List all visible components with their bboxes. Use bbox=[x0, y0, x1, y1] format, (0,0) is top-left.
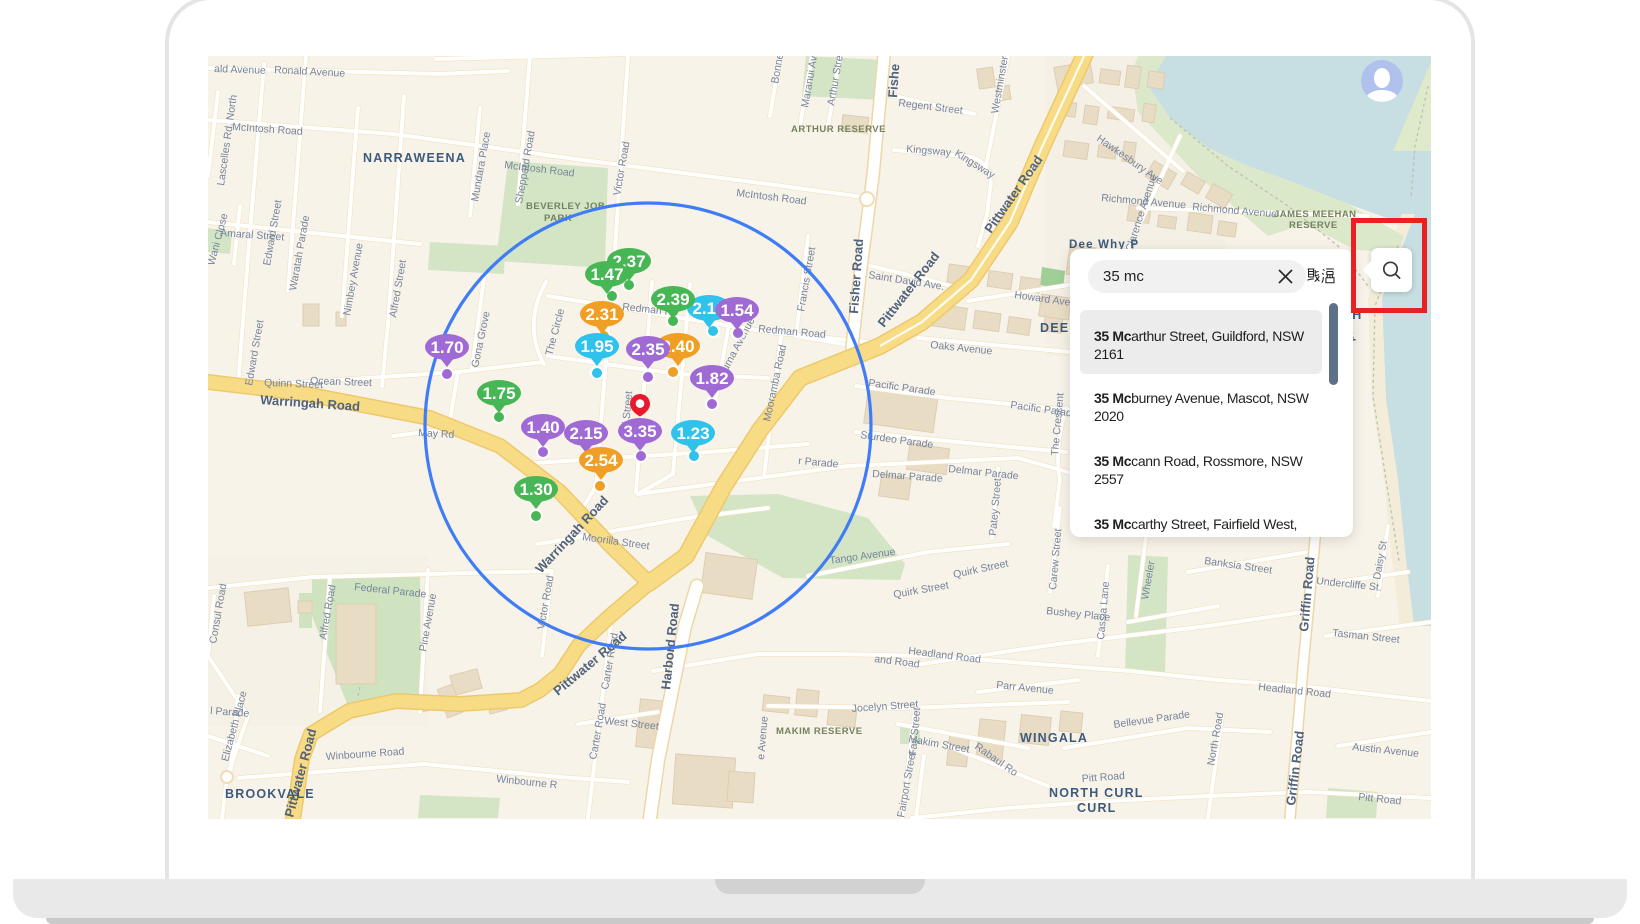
svg-text:WINGALA: WINGALA bbox=[1020, 731, 1088, 745]
svg-text:JAMES MEEHAN: JAMES MEEHAN bbox=[1274, 209, 1357, 220]
svg-text:ald Avenue: ald Avenue bbox=[214, 63, 266, 77]
svg-text:May Rd: May Rd bbox=[418, 427, 455, 441]
svg-text:RESERVE: RESERVE bbox=[1289, 220, 1338, 231]
svg-text:Fishe: Fishe bbox=[885, 63, 902, 98]
svg-text:NARRAWEENA: NARRAWEENA bbox=[363, 151, 466, 165]
svg-text:BROOKVALE: BROOKVALE bbox=[225, 787, 315, 801]
svg-text:ARTHUR RESERVE: ARTHUR RESERVE bbox=[791, 124, 886, 135]
svg-text:Ocean Street: Ocean Street bbox=[310, 375, 372, 389]
svg-text:MAKIM RESERVE: MAKIM RESERVE bbox=[776, 726, 863, 737]
svg-text:NORTH CURL: NORTH CURL bbox=[1049, 786, 1144, 800]
svg-text:CURL: CURL bbox=[1077, 801, 1117, 815]
